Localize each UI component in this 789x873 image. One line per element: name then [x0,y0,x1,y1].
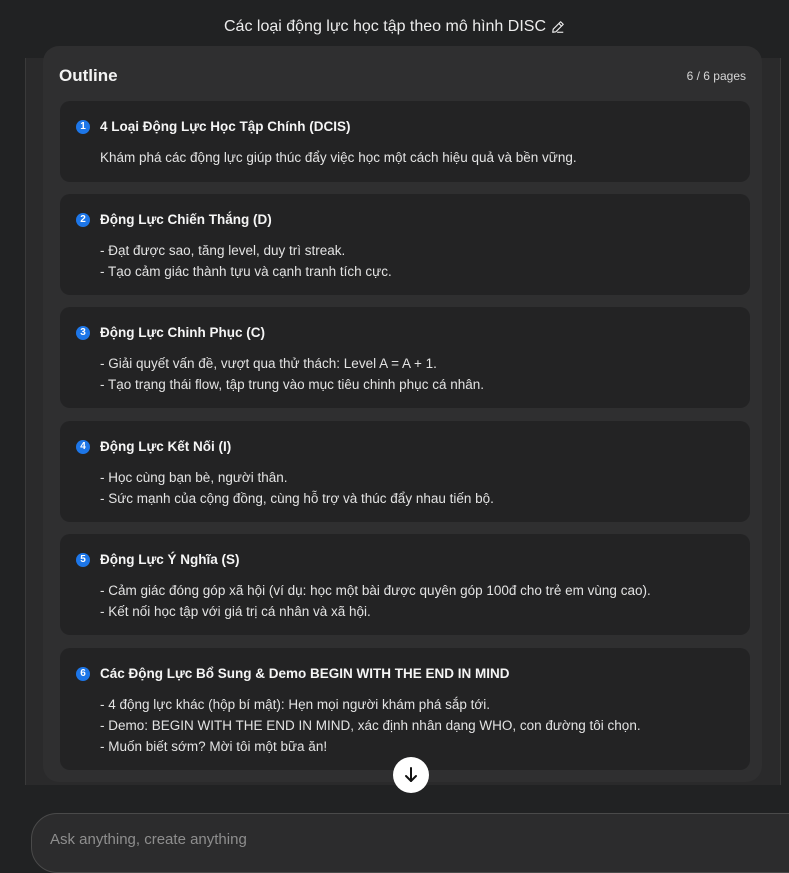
card-body: - Học cùng bạn bè, người thân. - Sức mạn… [100,467,494,509]
card-title: Các Động Lực Bổ Sung & Demo BEGIN WITH T… [100,666,510,681]
outline-card-1[interactable]: 1 4 Loại Động Lực Học Tập Chính (DCIS) K… [60,101,750,182]
arrow-down-icon [405,767,417,782]
card-number-badge: 6 [76,666,90,681]
card-line: - Muốn biết sớm? Mời tôi một bữa ăn! [100,739,328,754]
outline-card-2[interactable]: 2 Động Lực Chiến Thắng (D) - Đạt được sa… [60,194,750,295]
card-number-badge: 2 [76,212,90,227]
card-line: - Kết nối học tập với giá trị cá nhân và… [100,604,371,619]
document-title-text: Các loại động lực học tập theo mô hình D… [224,18,546,35]
outline-title: Outline [59,66,118,85]
card-header: 3 Động Lực Chinh Phục (C) [76,325,265,340]
outline-card-3[interactable]: 3 Động Lực Chinh Phục (C) - Giải quyết v… [60,307,750,408]
card-number-badge: 4 [76,439,90,454]
card-header: 4 Động Lực Kết Nối (I) [76,439,231,454]
outline-card-5[interactable]: 5 Động Lực Ý Nghĩa (S) - Cảm giác đóng g… [60,534,750,635]
card-line: Khám phá các động lực giúp thúc đẩy việc… [100,150,577,165]
card-body: - Giải quyết vấn đề, vượt qua thử thách:… [100,353,484,395]
card-line: - Giải quyết vấn đề, vượt qua thử thách:… [100,356,437,371]
page-count: 6 / 6 pages [686,69,746,83]
card-body: - 4 động lực khác (hộp bí mật): Hẹn mọi … [100,694,641,757]
card-header: 2 Động Lực Chiến Thắng (D) [76,212,272,227]
card-line: - Demo: BEGIN WITH THE END IN MIND, xác … [100,718,641,733]
card-line: - Tạo trạng thái flow, tập trung vào mục… [100,377,484,392]
card-title: Động Lực Ý Nghĩa (S) [100,552,240,567]
card-title: 4 Loại Động Lực Học Tập Chính (DCIS) [100,119,351,134]
document-title[interactable]: Các loại động lực học tập theo mô hình D… [224,18,565,36]
card-line: - Sức mạnh của cộng đồng, cùng hỗ trợ và… [100,491,494,506]
card-line: - Đạt được sao, tăng level, duy trì stre… [100,243,346,258]
card-header: 5 Động Lực Ý Nghĩa (S) [76,552,240,567]
card-header: 1 4 Loại Động Lực Học Tập Chính (DCIS) [76,119,351,134]
card-number-badge: 5 [76,552,90,567]
scroll-down-button[interactable] [393,757,429,793]
card-title: Động Lực Chiến Thắng (D) [100,212,272,227]
outline-panel: Outline 6 / 6 pages 1 4 Loại Động Lực Họ… [43,46,762,782]
card-line: - Cảm giác đóng góp xã hội (ví dụ: học m… [100,583,651,598]
card-body: - Đạt được sao, tăng level, duy trì stre… [100,240,392,282]
card-title: Động Lực Kết Nối (I) [100,439,232,454]
composer-box[interactable] [31,813,789,873]
outline-card-6[interactable]: 6 Các Động Lực Bổ Sung & Demo BEGIN WITH… [60,648,750,770]
card-body: Khám phá các động lực giúp thúc đẩy việc… [100,147,577,168]
pencil-icon[interactable] [551,20,565,34]
composer-input[interactable] [48,830,652,849]
card-title: Động Lực Chinh Phục (C) [100,325,266,340]
card-number-badge: 3 [76,325,90,340]
card-header: 6 Các Động Lực Bổ Sung & Demo BEGIN WITH… [76,666,510,681]
card-line: - 4 động lực khác (hộp bí mật): Hẹn mọi … [100,697,490,712]
card-number-badge: 1 [76,119,90,134]
outline-frame: Outline 6 / 6 pages 1 4 Loại Động Lực Họ… [25,46,781,785]
card-line: - Tạo cảm giác thành tựu và cạnh tranh t… [100,264,392,279]
card-body: - Cảm giác đóng góp xã hội (ví dụ: học m… [100,580,651,622]
outline-card-4[interactable]: 4 Động Lực Kết Nối (I) - Học cùng bạn bè… [60,421,750,522]
card-line: - Học cùng bạn bè, người thân. [100,470,288,485]
